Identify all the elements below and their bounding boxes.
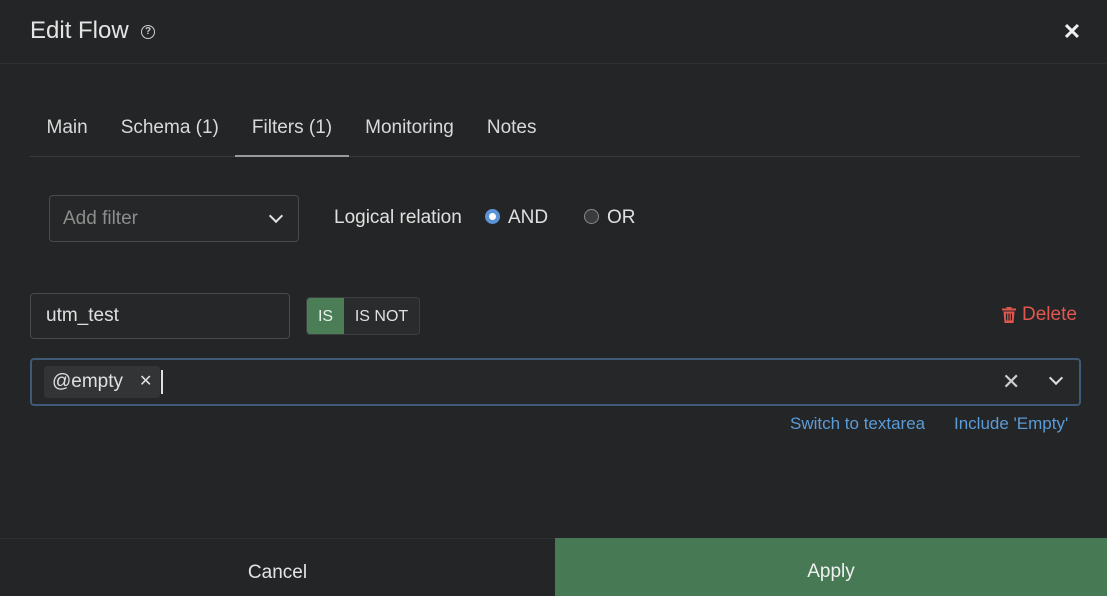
- add-filter-placeholder: Add filter: [63, 208, 138, 229]
- tab-notes[interactable]: Notes: [470, 100, 553, 157]
- radio-or-label[interactable]: OR: [607, 207, 636, 229]
- switch-to-textarea-link[interactable]: Switch to textarea: [790, 414, 925, 434]
- filter-field-input[interactable]: utm_test: [30, 293, 290, 339]
- radio-or[interactable]: [584, 209, 599, 224]
- value-tag-label: @empty: [52, 371, 124, 392]
- cancel-button[interactable]: Cancel: [0, 538, 555, 596]
- question-circle-icon[interactable]: ?: [141, 25, 155, 39]
- chevron-down-icon: [268, 208, 284, 224]
- logical-relation-label: Logical relation: [334, 207, 462, 228]
- value-tag: @empty ✕: [44, 366, 161, 398]
- clear-icon[interactable]: ✕: [1002, 370, 1020, 394]
- filter-values-input[interactable]: @empty ✕ ✕: [30, 358, 1081, 406]
- dialog-header: Edit Flow ? ✕: [0, 0, 1107, 64]
- tab-bar: Main Schema (1) Filters (1) Monitoring N…: [30, 100, 1080, 157]
- add-filter-select[interactable]: Add filter: [49, 195, 299, 242]
- radio-and[interactable]: [485, 209, 500, 224]
- operator-is-not-button[interactable]: IS NOT: [344, 298, 419, 334]
- tab-schema[interactable]: Schema (1): [104, 100, 235, 157]
- chevron-down-icon[interactable]: [1048, 370, 1064, 386]
- include-empty-link[interactable]: Include 'Empty': [954, 414, 1068, 434]
- tab-main[interactable]: Main: [30, 100, 104, 157]
- close-icon[interactable]: ✕: [1062, 20, 1082, 44]
- operator-is-button[interactable]: IS: [307, 298, 344, 334]
- tab-monitoring[interactable]: Monitoring: [349, 100, 471, 157]
- delete-label: Delete: [1022, 304, 1077, 325]
- trash-icon: [1002, 307, 1016, 323]
- tag-remove-icon[interactable]: ✕: [139, 366, 152, 398]
- operator-toggle: IS IS NOT: [306, 297, 420, 335]
- apply-button[interactable]: Apply: [555, 538, 1107, 596]
- text-caret: [161, 370, 163, 394]
- tab-filters[interactable]: Filters (1): [235, 100, 349, 157]
- delete-filter-button[interactable]: Delete: [1002, 303, 1077, 327]
- radio-and-label[interactable]: AND: [508, 207, 548, 229]
- dialog-title: Edit Flow: [30, 17, 129, 44]
